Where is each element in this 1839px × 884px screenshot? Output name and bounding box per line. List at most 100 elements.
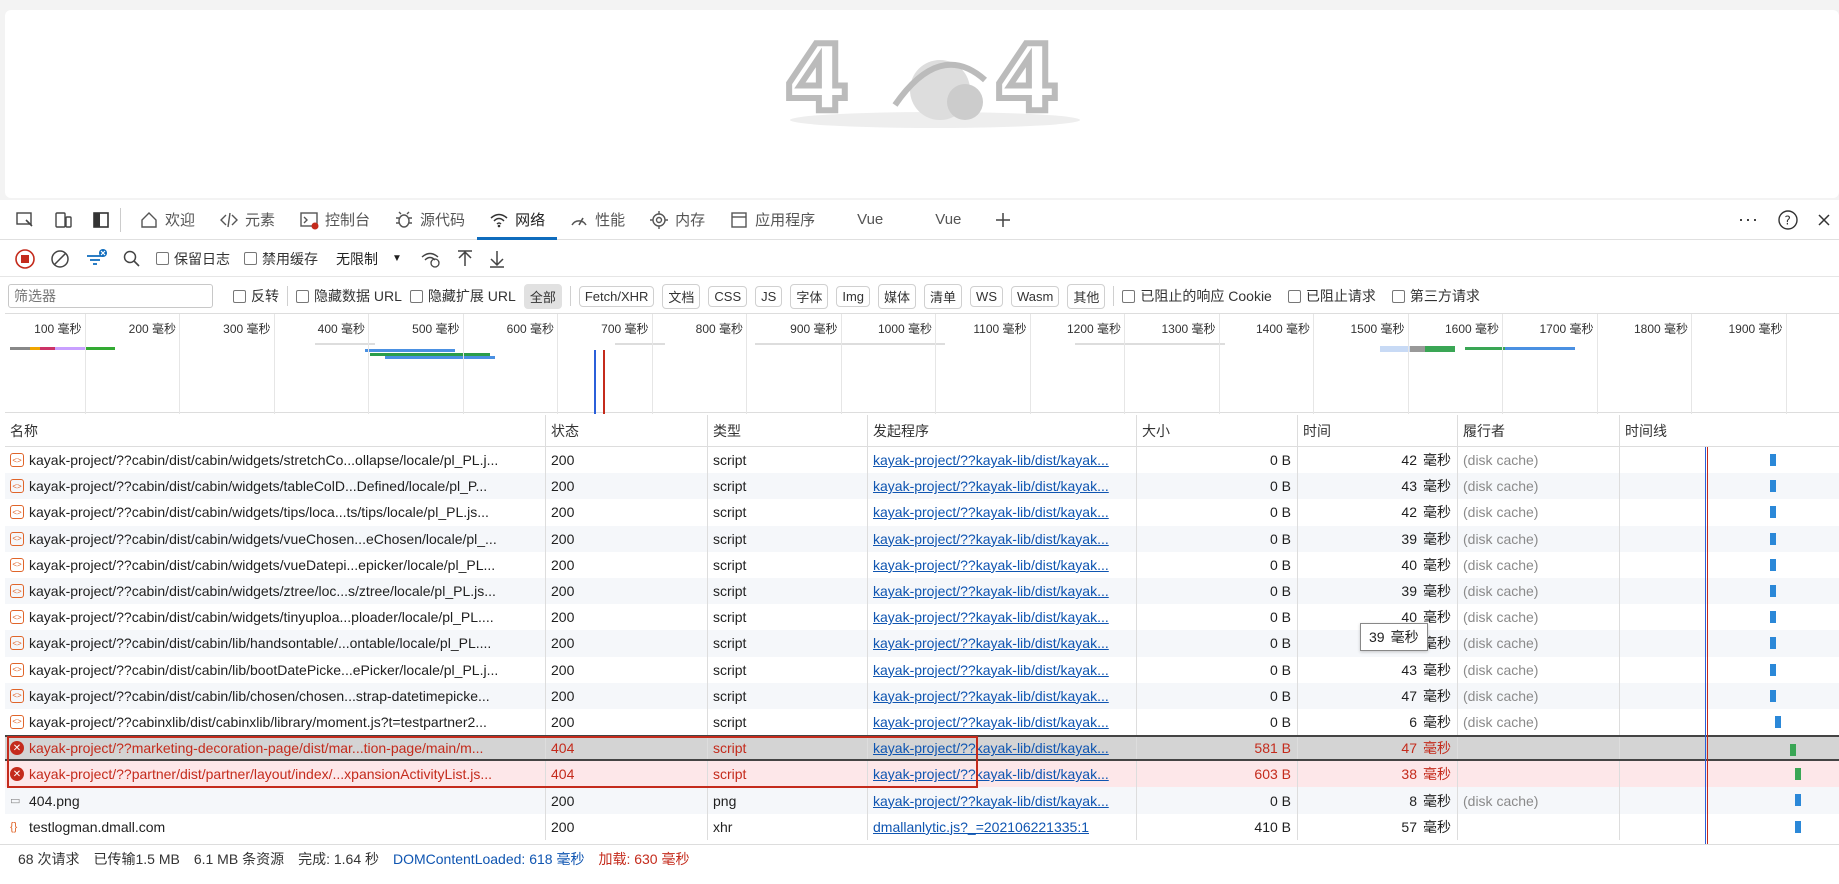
third-party-checkbox[interactable]: 第三方请求 (1391, 286, 1480, 306)
column-actor[interactable]: 履行者 (1458, 414, 1620, 447)
table-row[interactable]: <> kayak-project/??cabin/dist/cabin/widge… (5, 473, 1839, 500)
type-filter-fetch-xhr[interactable]: Fetch/XHR (578, 285, 655, 307)
hide-extension-url-checkbox[interactable]: 隐藏扩展 URL (409, 286, 516, 306)
type-filter-js[interactable]: JS (755, 285, 783, 307)
request-initiator-link[interactable]: kayak-project/??kayak-lib/dist/kayak... (868, 737, 1137, 760)
tab-sources[interactable]: 源代码 (382, 200, 477, 240)
invert-checkbox[interactable]: 反转 (233, 286, 279, 306)
hide-data-url-checkbox[interactable]: 隐藏数据 URL (296, 286, 402, 306)
request-initiator-link[interactable]: kayak-project/??kayak-lib/dist/kayak... (868, 473, 1137, 500)
help-icon[interactable]: ? (1777, 209, 1799, 231)
request-initiator-link[interactable]: kayak-project/??kayak-lib/dist/kayak... (868, 708, 1137, 736)
request-name[interactable]: <> kayak-project/??cabin/dist/cabin/widge… (5, 604, 546, 631)
request-initiator-link[interactable]: kayak-project/??kayak-lib/dist/kayak... (868, 682, 1137, 709)
close-icon[interactable] (1817, 213, 1831, 227)
table-row[interactable]: <> kayak-project/??cabin/dist/cabin/widge… (5, 525, 1839, 552)
upload-icon[interactable] (456, 249, 474, 269)
network-overview[interactable]: 100 毫秒 200 毫秒 300 毫秒 400 毫秒 500 毫秒 600 毫秒 700 … (5, 313, 1839, 414)
request-initiator-link[interactable]: dmallanlytic.js?_=202106221335:1 (868, 813, 1137, 840)
column-time[interactable]: 时间 (1298, 414, 1458, 447)
request-initiator-link[interactable]: kayak-project/??kayak-lib/dist/kayak... (868, 551, 1137, 578)
tab-console[interactable]: 控制台 (287, 200, 382, 240)
request-name[interactable]: ▭ 404.png (5, 787, 546, 814)
network-conditions-icon[interactable] (420, 249, 442, 269)
blocked-requests-checkbox[interactable]: 已阻止请求 (1287, 286, 1376, 306)
request-initiator-link[interactable]: kayak-project/??kayak-lib/dist/kayak... (868, 656, 1137, 683)
request-name[interactable]: <> kayak-project/??cabin/dist/cabin/widge… (5, 447, 546, 474)
column-initiator[interactable]: 发起程序 (868, 414, 1137, 447)
column-status[interactable]: 状态 (546, 414, 708, 447)
device-emulation-icon[interactable] (50, 207, 76, 233)
column-type[interactable]: 类型 (708, 414, 868, 447)
table-row[interactable]: {} testlogman.dmall.com 200 xhr dmallanlytic… (5, 813, 1839, 840)
request-name[interactable]: <> kayak-project/??cabin/dist/cabin/lib/h… (5, 630, 546, 657)
type-filter-font[interactable]: 字体 (790, 283, 829, 309)
request-name[interactable]: ✕ kayak-project/??partner/dist/partner/la… (5, 761, 546, 788)
tab-welcome[interactable]: 欢迎 (127, 200, 207, 240)
table-row[interactable]: <> kayak-project/??cabin/dist/cabin/widge… (5, 499, 1839, 526)
tab-vue-2[interactable]: Vue (895, 200, 973, 240)
column-name[interactable]: 名称 (5, 414, 546, 447)
filter-toggle-icon[interactable] (84, 248, 108, 270)
tab-performance[interactable]: 性能 (557, 200, 637, 240)
request-name[interactable]: ✕ kayak-project/??marketing-decoration-pa… (5, 737, 546, 760)
record-stop-icon[interactable] (14, 248, 36, 270)
search-icon[interactable] (122, 249, 142, 269)
type-filter-media[interactable]: 媒体 (878, 283, 917, 309)
tab-application[interactable]: 应用程序 (717, 200, 827, 240)
throttle-select[interactable]: 无限制 ▼ (332, 249, 406, 269)
filter-input[interactable] (8, 284, 213, 308)
inspect-icon[interactable] (12, 207, 38, 233)
request-name[interactable]: <> kayak-project/??cabin/dist/cabin/widge… (5, 577, 546, 605)
tab-elements[interactable]: 元素 (207, 200, 287, 240)
request-name[interactable]: <> kayak-project/??cabin/dist/cabin/widge… (5, 525, 546, 552)
type-filter-manifest[interactable]: 清单 (924, 283, 963, 309)
request-initiator-link[interactable]: kayak-project/??kayak-lib/dist/kayak... (868, 447, 1137, 474)
table-row[interactable]: <> kayak-project/??cabinxlib/dist/cabinxl… (5, 708, 1839, 736)
table-row[interactable]: <> kayak-project/??cabin/dist/cabin/lib/h… (5, 630, 1839, 657)
preserve-log-checkbox[interactable]: 保留日志 (156, 249, 230, 269)
tab-vue-1[interactable]: Vue (827, 200, 895, 240)
type-filter-other[interactable]: 其他 (1067, 283, 1106, 309)
request-name[interactable]: <> kayak-project/??cabin/dist/cabin/widge… (5, 499, 546, 526)
request-name[interactable]: {} testlogman.dmall.com (5, 813, 546, 840)
table-row[interactable]: <> kayak-project/??cabin/dist/cabin/lib/c… (5, 682, 1839, 709)
table-row[interactable]: <> kayak-project/??cabin/dist/cabin/widge… (5, 551, 1839, 578)
table-row[interactable]: ✕ kayak-project/??marketing-decoration-pa… (5, 735, 1839, 762)
download-icon[interactable] (488, 249, 506, 269)
request-initiator-link[interactable]: kayak-project/??kayak-lib/dist/kayak... (868, 630, 1137, 657)
request-initiator-link[interactable]: kayak-project/??kayak-lib/dist/kayak... (868, 761, 1137, 788)
type-filter-ws[interactable]: WS (970, 285, 1003, 307)
request-initiator-link[interactable]: kayak-project/??kayak-lib/dist/kayak... (868, 604, 1137, 631)
table-row[interactable]: ▭ 404.png 200 png kayak-project/??kayak-lib/… (5, 787, 1839, 814)
request-initiator-link[interactable]: kayak-project/??kayak-lib/dist/kayak... (868, 499, 1137, 526)
clear-icon[interactable] (50, 249, 70, 269)
request-name[interactable]: <> kayak-project/??cabin/dist/cabin/widge… (5, 551, 546, 578)
table-row[interactable]: <> kayak-project/??cabin/dist/cabin/widge… (5, 604, 1839, 631)
tab-memory[interactable]: 内存 (637, 200, 717, 240)
request-name[interactable]: <> kayak-project/??cabinxlib/dist/cabinxl… (5, 708, 546, 736)
tab-network[interactable]: 网络 (477, 200, 558, 240)
more-icon[interactable]: ··· (1738, 209, 1759, 230)
blocked-cookies-checkbox[interactable]: 已阻止的响应 Cookie (1122, 286, 1272, 306)
table-row[interactable]: <> kayak-project/??cabin/dist/cabin/widge… (5, 447, 1839, 474)
column-size[interactable]: 大小 (1137, 414, 1298, 447)
type-filter-css[interactable]: CSS (708, 285, 748, 307)
request-name[interactable]: <> kayak-project/??cabin/dist/cabin/widge… (5, 473, 546, 500)
add-tab-button[interactable] (973, 200, 1025, 240)
disable-cache-checkbox[interactable]: 禁用缓存 (244, 249, 318, 269)
type-filter-img[interactable]: Img (836, 285, 871, 307)
column-waterfall[interactable]: 时间线 (1620, 415, 1839, 447)
type-filter-doc[interactable]: 文档 (662, 283, 701, 309)
request-initiator-link[interactable]: kayak-project/??kayak-lib/dist/kayak... (868, 787, 1137, 814)
request-initiator-link[interactable]: kayak-project/??kayak-lib/dist/kayak... (868, 577, 1137, 605)
table-row[interactable]: ✕ kayak-project/??partner/dist/partner/la… (5, 761, 1839, 788)
request-name[interactable]: <> kayak-project/??cabin/dist/cabin/lib/c… (5, 682, 546, 709)
table-row[interactable]: <> kayak-project/??cabin/dist/cabin/widge… (5, 577, 1839, 605)
request-initiator-link[interactable]: kayak-project/??kayak-lib/dist/kayak... (868, 525, 1137, 552)
request-name[interactable]: <> kayak-project/??cabin/dist/cabin/lib/b… (5, 656, 546, 683)
type-filter-wasm[interactable]: Wasm (1011, 285, 1060, 307)
type-filter-all[interactable]: 全部 (523, 283, 562, 309)
table-row[interactable]: <> kayak-project/??cabin/dist/cabin/lib/b… (5, 656, 1839, 683)
dock-sidebar-icon[interactable] (88, 207, 114, 233)
